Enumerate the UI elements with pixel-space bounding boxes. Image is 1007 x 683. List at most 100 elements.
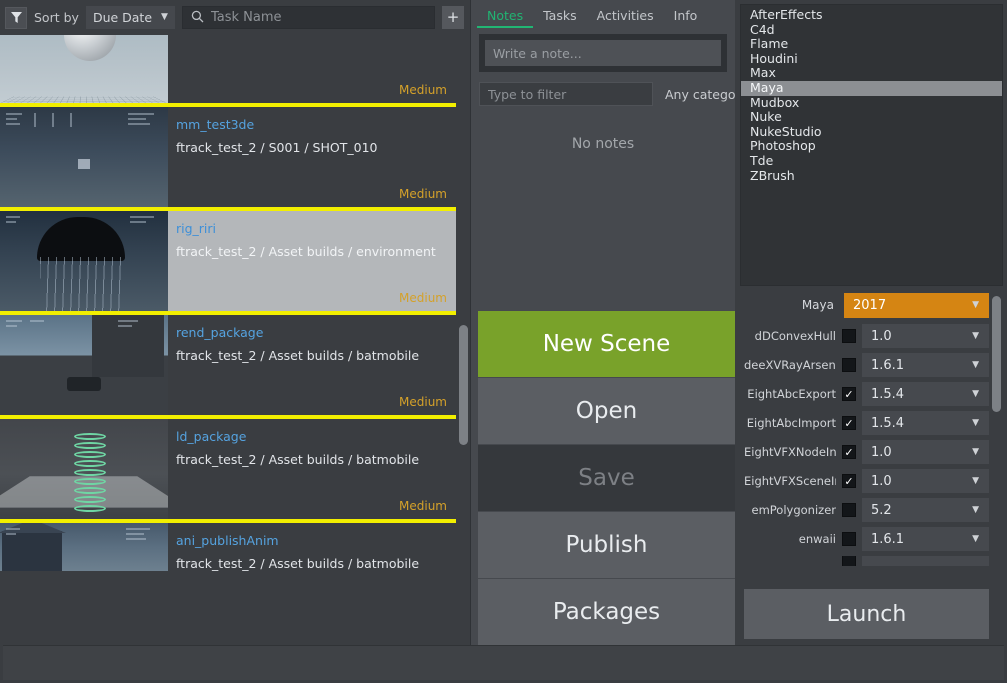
- notes-filter-input[interactable]: [479, 82, 653, 106]
- scrollbar-thumb[interactable]: [459, 325, 468, 445]
- new-scene-button[interactable]: New Scene: [478, 311, 735, 377]
- tab-tasks[interactable]: Tasks: [533, 8, 587, 28]
- plugin-checkbox[interactable]: [842, 503, 856, 517]
- packages-button[interactable]: Packages: [478, 579, 735, 645]
- task-list-item[interactable]: ld_package ftrack_test_2 / Asset builds …: [0, 419, 456, 519]
- plugin-checkbox-checked[interactable]: ✓: [842, 474, 856, 488]
- plugin-version-dropdown[interactable]: [862, 556, 989, 566]
- chevron-down-icon: ▼: [972, 390, 979, 399]
- app-list-item[interactable]: C4d: [741, 23, 1002, 38]
- task-list-item[interactable]: Medium: [0, 35, 456, 103]
- plugin-checkbox-checked[interactable]: ✓: [842, 416, 856, 430]
- app-list-item-selected[interactable]: Maya: [741, 81, 1002, 96]
- app-version-value: 2017: [853, 298, 886, 313]
- plugin-checkbox[interactable]: [842, 532, 856, 546]
- task-toolbar: Sort by Due Date ▼ +: [0, 0, 470, 35]
- app-version-dropdown[interactable]: 2017 ▼: [844, 293, 989, 318]
- plugin-label: emPolygonizer: [744, 503, 836, 517]
- notes-empty-state: No notes: [471, 106, 735, 311]
- task-priority: Medium: [399, 499, 447, 513]
- task-info: ani_publishAnim ftrack_test_2 / Asset bu…: [168, 523, 456, 571]
- task-info: Medium: [168, 35, 456, 103]
- plugin-version-dropdown[interactable]: 1.0 ▼: [862, 440, 989, 464]
- task-path: ftrack_test_2 / Asset builds / batmobile: [176, 556, 456, 571]
- plugin-version-dropdown[interactable]: 5.2 ▼: [862, 498, 989, 522]
- task-name: ld_package: [176, 429, 456, 444]
- plugin-version-dropdown[interactable]: 1.5.4 ▼: [862, 382, 989, 406]
- app-version-label: Maya: [744, 298, 836, 312]
- app-list-item[interactable]: NukeStudio: [741, 125, 1002, 140]
- plugin-version-dropdown[interactable]: 1.5.4 ▼: [862, 411, 989, 435]
- chevron-down-icon: ▼: [972, 448, 979, 457]
- sort-by-label: Sort by: [34, 10, 79, 25]
- app-list-item[interactable]: ZBrush: [741, 169, 1002, 184]
- sort-by-dropdown[interactable]: Due Date ▼: [86, 6, 175, 29]
- plugin-row-partial: [740, 556, 989, 566]
- plugin-row: EightAbcImport ✓ 1.5.4 ▼: [740, 411, 989, 435]
- app-list-item[interactable]: AfterEffects: [741, 8, 1002, 23]
- plugin-list-scrollbar[interactable]: [989, 292, 1003, 585]
- app-list-item[interactable]: Max: [741, 66, 1002, 81]
- application-window: Sort by Due Date ▼ +: [0, 0, 1007, 683]
- plugin-version-value: 1.0: [871, 329, 892, 344]
- plugin-row: dDConvexHull 1.0 ▼: [740, 324, 989, 348]
- plugin-row: emPolygonizer 5.2 ▼: [740, 498, 989, 522]
- scrollbar-thumb[interactable]: [992, 296, 1001, 412]
- notes-filter-row: Any category ▼: [479, 82, 727, 106]
- task-thumbnail: [0, 419, 168, 519]
- task-list-item[interactable]: rend_package ftrack_test_2 / Asset build…: [0, 315, 456, 415]
- plugin-row: deeXVRayArsenal 1.6.1 ▼: [740, 353, 989, 377]
- tab-activities[interactable]: Activities: [587, 8, 664, 28]
- filter-icon[interactable]: [5, 7, 27, 29]
- task-priority: Medium: [399, 83, 447, 97]
- task-name: mm_test3de: [176, 117, 456, 132]
- task-list[interactable]: Medium mm_test3de ftrack_test_2 / S001 /…: [0, 35, 470, 645]
- action-button-group: New Scene Open Save Publish Packages: [471, 311, 735, 645]
- plugin-version-dropdown[interactable]: 1.6.1 ▼: [862, 353, 989, 377]
- plugin-row: enwaii 1.6.1 ▼: [740, 527, 989, 551]
- plugin-version-dropdown[interactable]: 1.0 ▼: [862, 469, 989, 493]
- plugin-version-value: 1.5.4: [871, 387, 904, 402]
- task-list-item[interactable]: ani_publishAnim ftrack_test_2 / Asset bu…: [0, 523, 456, 571]
- plugin-row: EightVFXNodeInfo ✓ 1.0 ▼: [740, 440, 989, 464]
- app-list-item[interactable]: Mudbox: [741, 96, 1002, 111]
- plugin-version-value: 1.0: [871, 445, 892, 460]
- plugin-checkbox-checked[interactable]: ✓: [842, 387, 856, 401]
- plugin-version-value: 5.2: [871, 503, 892, 518]
- task-priority: Medium: [399, 395, 447, 409]
- task-thumbnail: [0, 523, 168, 571]
- plugin-version-dropdown[interactable]: 1.0 ▼: [862, 324, 989, 348]
- plugin-checkbox[interactable]: [842, 358, 856, 372]
- open-button[interactable]: Open: [478, 378, 735, 444]
- search-input[interactable]: [211, 10, 426, 25]
- application-list[interactable]: AfterEffects C4d Flame Houdini Max Maya …: [740, 4, 1003, 286]
- task-info: rend_package ftrack_test_2 / Asset build…: [168, 315, 456, 415]
- plugin-checkbox[interactable]: [842, 556, 856, 566]
- tab-notes[interactable]: Notes: [477, 8, 533, 28]
- plugin-row: EightVFXSceneInfo ✓ 1.0 ▼: [740, 469, 989, 493]
- tab-info[interactable]: Info: [664, 8, 708, 28]
- plugin-version-dropdown[interactable]: 1.6.1 ▼: [862, 527, 989, 551]
- sort-by-value: Due Date: [93, 10, 152, 25]
- app-list-item[interactable]: Flame: [741, 37, 1002, 52]
- app-list-item[interactable]: Nuke: [741, 110, 1002, 125]
- plugin-checkbox[interactable]: [842, 329, 856, 343]
- publish-button[interactable]: Publish: [478, 512, 735, 578]
- note-input[interactable]: [485, 40, 721, 66]
- plugin-label: EightAbcExport: [744, 387, 836, 401]
- task-info: ld_package ftrack_test_2 / Asset builds …: [168, 419, 456, 519]
- task-list-scrollbar[interactable]: [456, 35, 470, 645]
- app-list-item[interactable]: Photoshop: [741, 139, 1002, 154]
- app-list-item[interactable]: Tde: [741, 154, 1002, 169]
- add-task-button[interactable]: +: [442, 6, 464, 29]
- task-list-item[interactable]: mm_test3de ftrack_test_2 / S001 / SHOT_0…: [0, 107, 456, 207]
- task-list-item[interactable]: rig_riri ftrack_test_2 / Asset builds / …: [0, 211, 456, 311]
- task-search-field[interactable]: [182, 6, 435, 29]
- task-name: rig_riri: [176, 221, 456, 236]
- plugin-checkbox-checked[interactable]: ✓: [842, 445, 856, 459]
- notes-empty-text: No notes: [572, 136, 634, 311]
- plugin-label: dDConvexHull: [744, 329, 836, 343]
- app-list-item[interactable]: Houdini: [741, 52, 1002, 67]
- plugin-version-value: 1.6.1: [871, 358, 904, 373]
- launch-button[interactable]: Launch: [744, 589, 989, 639]
